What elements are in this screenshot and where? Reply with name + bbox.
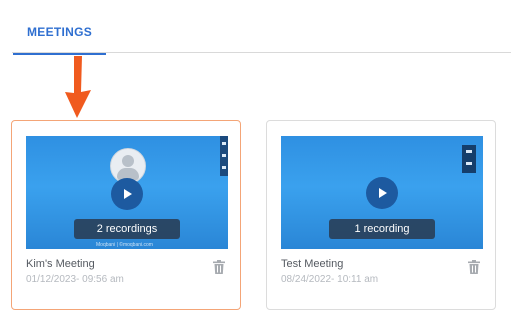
meeting-date: 08/24/2022- 10:11 am xyxy=(281,274,379,285)
tab-meetings[interactable]: MEETINGS xyxy=(13,22,107,55)
tab-divider xyxy=(12,52,511,53)
tab-meetings-label: MEETINGS xyxy=(27,25,93,39)
meeting-thumbnail[interactable]: 2 recordings Moqbani | ©moqbani.com xyxy=(26,136,228,249)
meeting-card[interactable]: 1 recording Test Meeting 08/24/2022- 10:… xyxy=(266,120,496,310)
meeting-thumbnail[interactable]: 1 recording xyxy=(281,136,483,249)
meeting-title: Test Meeting xyxy=(281,258,344,270)
meetings-page: MEETINGS 2 recordings Moqbani | ©moqbani… xyxy=(0,0,511,326)
trash-icon[interactable] xyxy=(468,260,480,274)
play-button[interactable] xyxy=(111,178,143,210)
meeting-title: Kim's Meeting xyxy=(26,258,95,270)
side-indicator xyxy=(222,154,226,157)
recordings-count-badge: 2 recordings xyxy=(74,219,180,239)
meeting-date: 01/12/2023- 09:56 am xyxy=(26,274,124,285)
play-icon xyxy=(124,189,132,199)
play-button[interactable] xyxy=(366,177,398,209)
thumbnail-side-panel xyxy=(220,136,228,176)
side-indicator xyxy=(222,142,226,145)
tab-active-indicator xyxy=(13,53,107,55)
play-icon xyxy=(379,188,387,198)
side-indicator xyxy=(466,150,472,153)
trash-icon[interactable] xyxy=(213,260,225,274)
arrow-annotation-icon xyxy=(65,56,91,118)
recordings-count-badge: 1 recording xyxy=(329,219,435,239)
tab-bar: MEETINGS xyxy=(0,0,511,55)
side-indicator xyxy=(222,166,226,169)
meeting-card[interactable]: 2 recordings Moqbani | ©moqbani.com Kim'… xyxy=(11,120,241,310)
avatar-head xyxy=(122,155,134,167)
side-indicator xyxy=(466,162,472,165)
thumbnail-logo-text: Moqbani | ©moqbani.com xyxy=(96,242,153,248)
thumbnail-side-panel xyxy=(462,145,476,173)
